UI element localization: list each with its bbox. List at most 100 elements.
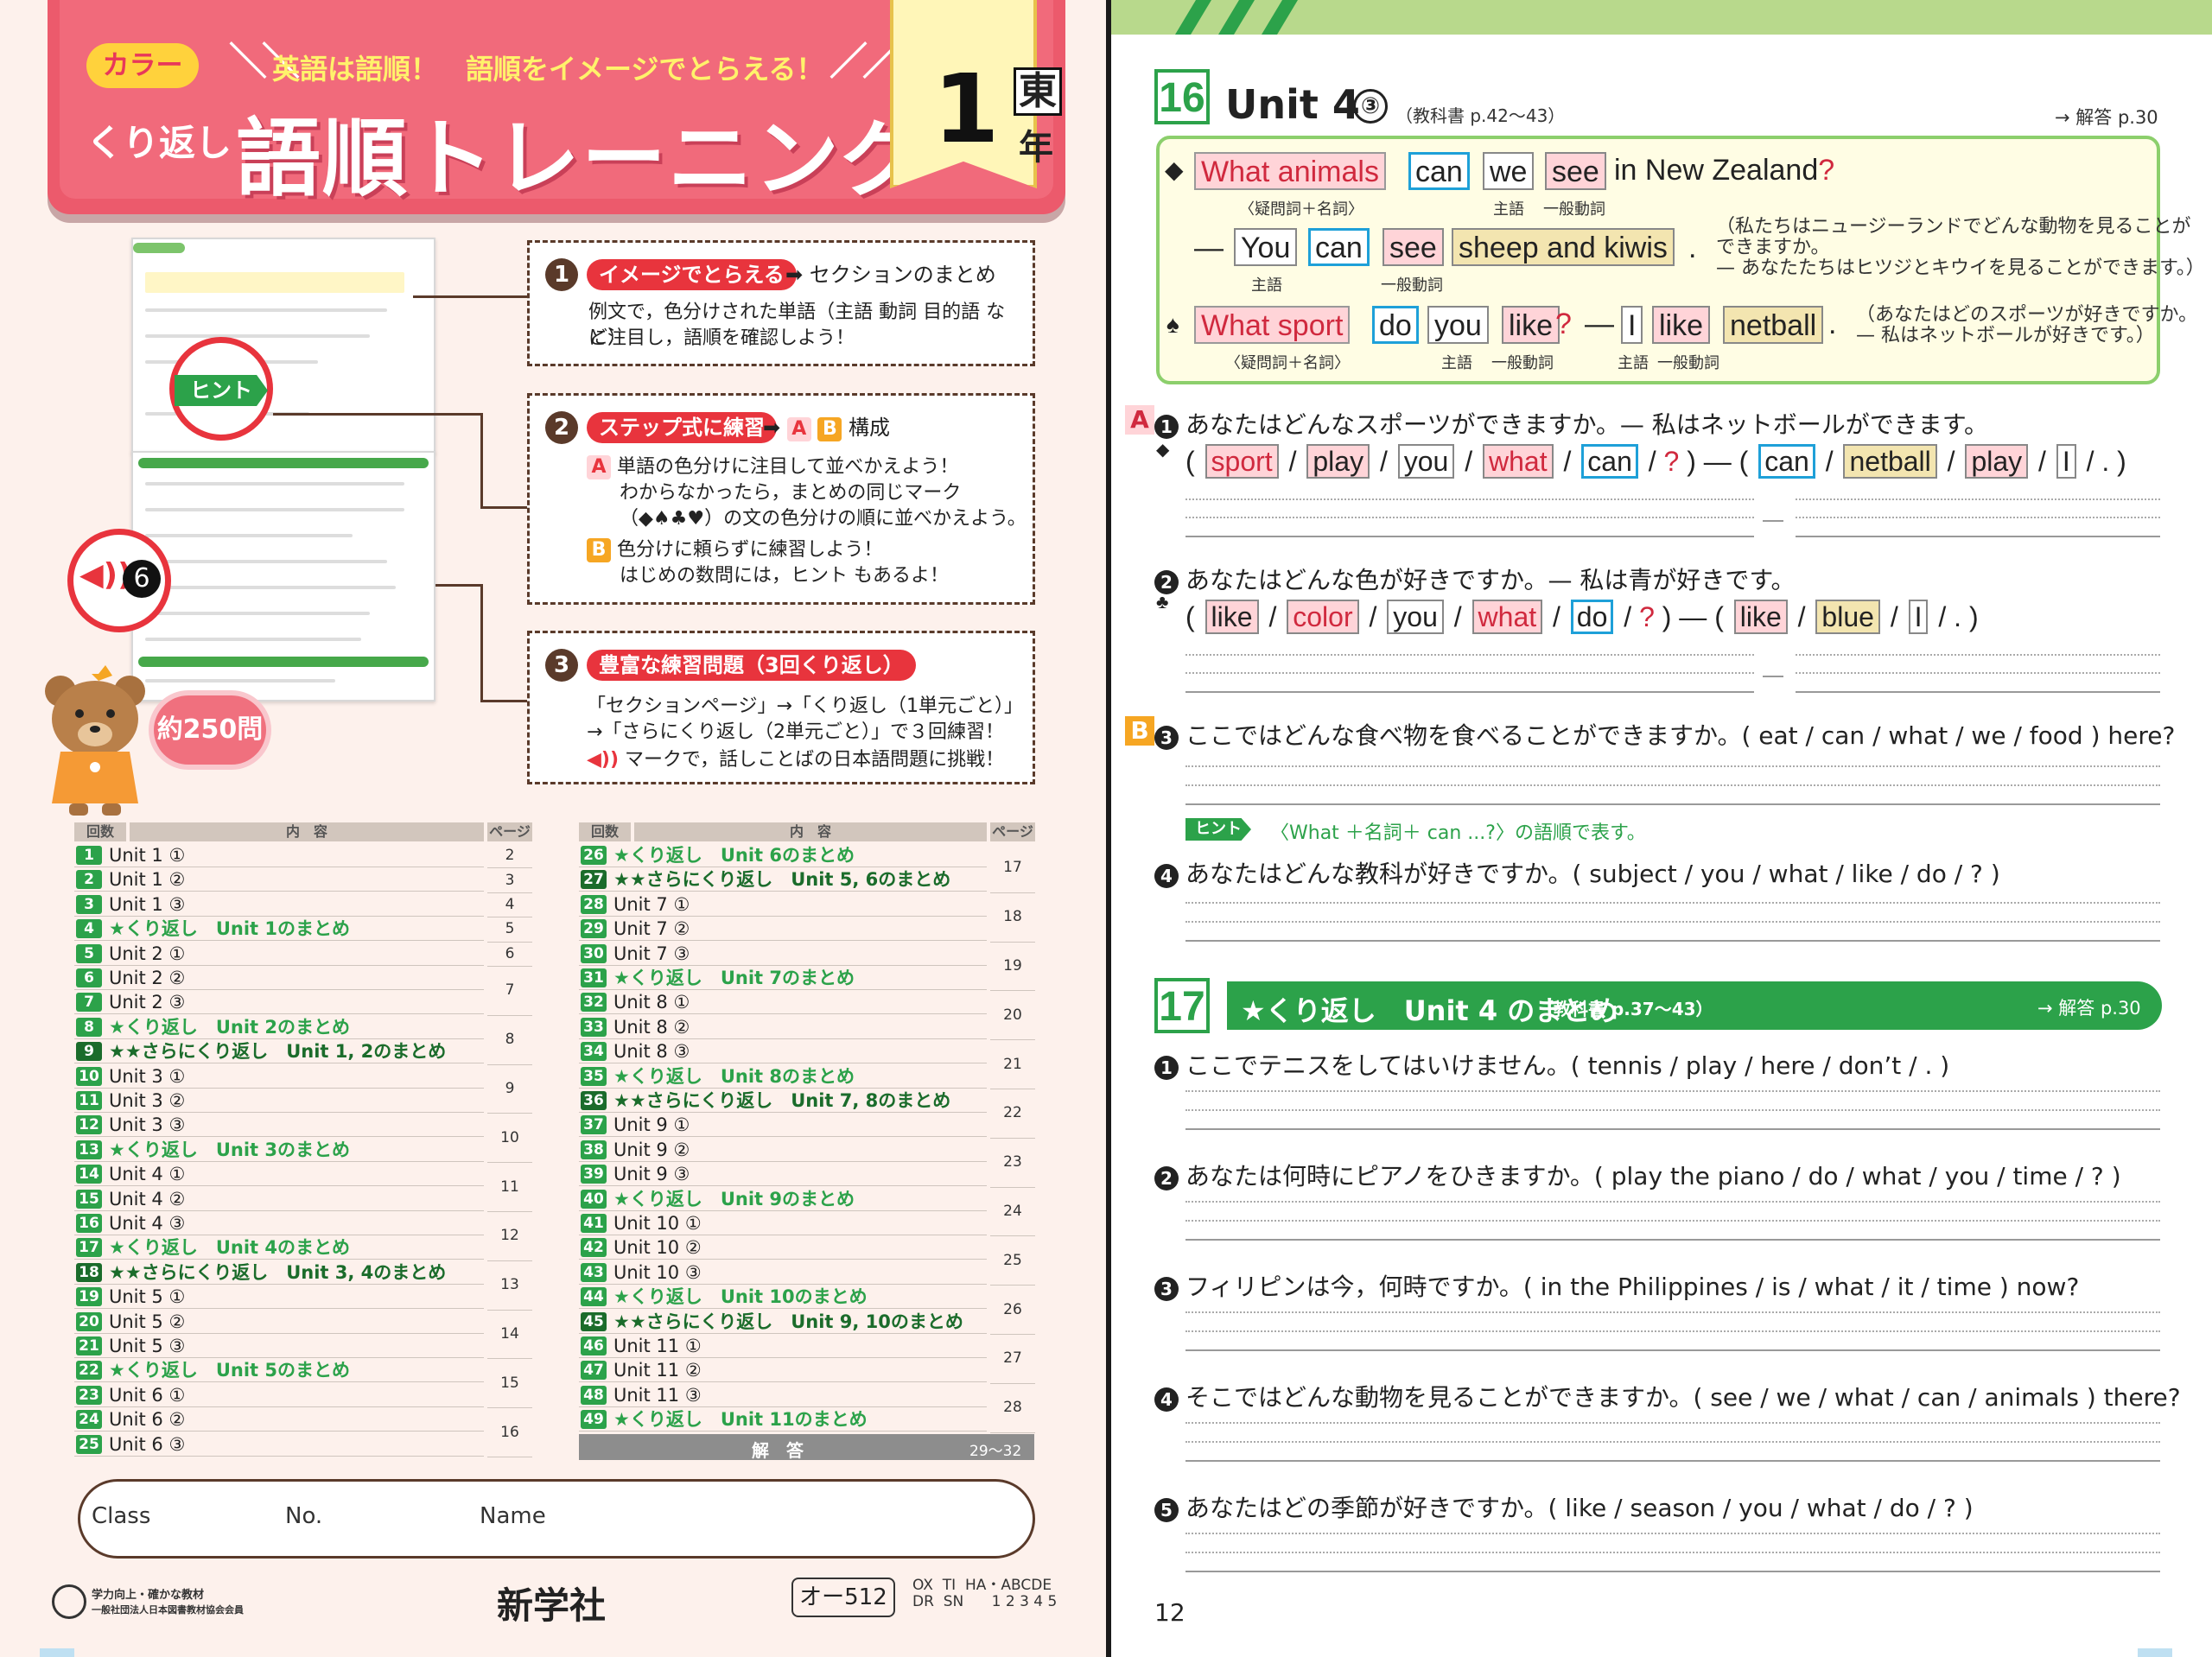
answer-base-line[interactable] <box>1185 1239 2160 1241</box>
answer-base-line[interactable] <box>1185 1128 2160 1130</box>
word-option[interactable]: what <box>1483 444 1554 479</box>
word-option[interactable]: I <box>2056 444 2076 479</box>
word-option[interactable]: play <box>1306 444 1370 479</box>
answer-base-line[interactable] <box>1185 1571 2160 1572</box>
word-option[interactable]: color <box>1287 600 1359 634</box>
toc-row: 34 Unit 8 ③ <box>579 1039 987 1064</box>
sentence-rest: in New Zealand? <box>1614 154 1834 187</box>
toc-page-number: 22 <box>1003 1104 1022 1122</box>
word-option[interactable]: ? <box>1639 601 1655 632</box>
word-option[interactable]: can <box>1758 444 1815 479</box>
answer-base-line[interactable] <box>1185 1349 2160 1351</box>
grade-number: 1 <box>933 54 1000 164</box>
toc-row: 15 Unit 4 ② <box>74 1187 484 1211</box>
word-option[interactable]: . <box>2101 446 2109 477</box>
word-option[interactable]: I <box>1908 600 1929 634</box>
toc-row: 23 Unit 6 ① <box>74 1383 484 1407</box>
toc-row: 47 Unit 11 ② <box>579 1358 987 1383</box>
toc-row: 41 Unit 10 ① <box>579 1211 987 1235</box>
label-subject: 主語 <box>1251 276 1282 295</box>
thumb-line <box>145 534 353 537</box>
toc-row-number: 7 <box>76 993 102 1013</box>
period: . <box>1828 308 1837 340</box>
answer-base-line[interactable] <box>1796 536 2160 537</box>
toc-row: 26 ★くり返し Unit 6のまとめ <box>579 843 987 867</box>
toc-row-number: 12 <box>76 1115 102 1135</box>
thumb-line <box>145 482 404 486</box>
toc-page-divider <box>487 1211 532 1212</box>
section-a-badge: A <box>1125 405 1154 435</box>
toc-row-label: ★★さらにくり返し Unit 9, 10のまとめ <box>613 1311 963 1332</box>
name-field-label[interactable]: Name <box>480 1503 546 1529</box>
word-option[interactable]: sport <box>1205 444 1279 479</box>
toc-row-label: Unit 3 ② <box>109 1090 186 1111</box>
answer-base-line[interactable] <box>1185 691 1754 693</box>
dash: — <box>1194 232 1224 264</box>
sentence-rest-text: in New Zealand <box>1614 154 1819 187</box>
answer-base-line[interactable] <box>1185 536 1754 537</box>
answer-guide-line <box>1185 784 2160 786</box>
toc-row-label: ★くり返し Unit 4のまとめ <box>109 1237 350 1259</box>
word-general-verb: see <box>1382 228 1444 266</box>
toc-row-number: 36 <box>581 1091 607 1110</box>
toc-page-number: 4 <box>505 896 515 913</box>
toc-row-number: 26 <box>581 846 607 865</box>
toc-page-divider <box>487 941 532 943</box>
thumb-line <box>145 679 335 682</box>
question-text: あなたはどんな色が好きですか。— 私は青が好きです。 <box>1185 566 1796 594</box>
toc-row-number: 1 <box>76 846 102 865</box>
number-field-label[interactable]: No. <box>285 1503 322 1529</box>
word-general-verb: like <box>1502 306 1560 344</box>
answer-guide-line <box>1185 1330 2160 1332</box>
answer-guide-line <box>1185 517 1754 518</box>
toc-page-divider <box>990 941 1035 943</box>
answer-base-line[interactable] <box>1796 691 2160 693</box>
question-text: あなたは何時にピアノをひきますか。( play the piano / do /… <box>1185 1162 2121 1190</box>
toc-row: 49 ★くり返し Unit 11のまとめ <box>579 1407 987 1432</box>
association-line: 一般社団法人日本図書教材協会会員 <box>92 1604 244 1616</box>
toc-row: 10 Unit 3 ① <box>74 1064 484 1089</box>
toc-header-page: ページ <box>487 822 532 841</box>
question-text: あなたはどんなスポーツができますか。— 私はネットボールができます。 <box>1185 410 1988 439</box>
word-option[interactable]: what <box>1471 600 1543 634</box>
word-option[interactable]: play <box>1965 444 2029 479</box>
word-option[interactable]: do <box>1570 600 1614 634</box>
feature-arrow-text: ➡ セクションのまとめ <box>785 263 996 287</box>
word-option[interactable]: ? <box>1664 446 1680 477</box>
question-17-2: 2 あなたは何時にピアノをひきますか。( play the piano / do … <box>1154 1158 2121 1192</box>
answer-base-line[interactable] <box>1185 1460 2160 1462</box>
word-option[interactable]: you <box>1397 444 1455 479</box>
question-number: 1 <box>1154 415 1179 439</box>
toc-row-label: Unit 2 ① <box>109 943 186 964</box>
word-option[interactable]: blue <box>1815 600 1880 634</box>
question-number: 3 <box>1154 726 1179 750</box>
association-text: 学力向上・確かな教材 一般社団法人日本図書教材協会会員 <box>92 1588 244 1617</box>
period: . <box>1688 232 1697 264</box>
toc-row: 29 Unit 7 ② <box>579 917 987 942</box>
word-option[interactable]: like <box>1733 600 1788 634</box>
answer-base-line[interactable] <box>1185 940 2160 942</box>
word-option[interactable]: can <box>1581 444 1638 479</box>
toc-row: 24 Unit 6 ② <box>74 1407 484 1432</box>
word-verb: can <box>1408 152 1470 190</box>
toc-row-number: 3 <box>76 894 102 914</box>
question-4: 4 あなたはどんな教科が好きですか。( subject / you / what … <box>1154 855 2000 890</box>
toc-row-number: 4 <box>76 919 102 939</box>
toc-row-label: Unit 1 ① <box>109 845 186 866</box>
class-field-label[interactable]: Class <box>92 1503 150 1529</box>
word-option[interactable]: . <box>1954 601 1961 632</box>
hint-text: 〈What ＋名詞＋ can ...?〉の語順で表す。 <box>1270 822 1646 844</box>
toc-row: 46 Unit 11 ① <box>579 1334 987 1358</box>
toc-row-number: 10 <box>76 1066 102 1086</box>
word-option[interactable]: you <box>1387 600 1444 634</box>
word-question: What sport <box>1194 306 1351 344</box>
toc-page-number: 3 <box>505 871 515 889</box>
word-option[interactable]: netball <box>1843 444 1937 479</box>
answer-guide-line <box>1185 498 1754 500</box>
question-number: 5 <box>1154 1498 1179 1522</box>
answer-base-line[interactable] <box>1185 803 2160 805</box>
toc-row-label: Unit 7 ① <box>613 893 690 915</box>
answer-guide-line <box>1796 517 2160 518</box>
word-option[interactable]: like <box>1205 600 1259 634</box>
toc-row-number: 14 <box>76 1165 102 1184</box>
